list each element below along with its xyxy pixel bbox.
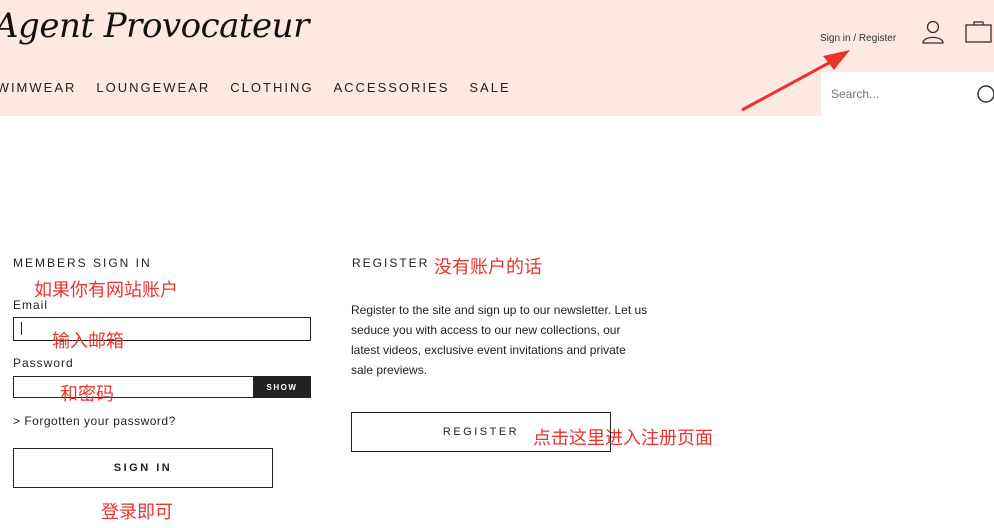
register-text-line: Register to the site and sign up to our … <box>351 303 648 317</box>
register-text-line: sale previews. <box>351 363 428 377</box>
register-text-line: seduce you with access to our new collec… <box>351 323 621 337</box>
nav-loungewear[interactable]: LOUNGEWEAR <box>96 80 210 95</box>
text-cursor <box>21 322 22 335</box>
sign-in-button[interactable]: SIGN IN <box>13 448 273 488</box>
password-field[interactable] <box>13 376 254 398</box>
search-input[interactable] <box>829 84 973 104</box>
show-password-button[interactable]: SHOW <box>253 376 311 398</box>
sign-in-register-link[interactable]: Sign in / Register <box>820 33 896 44</box>
nav-clothing[interactable]: CLOTHING <box>230 80 313 95</box>
shopping-bag-icon[interactable] <box>965 20 993 49</box>
forgot-password-link[interactable]: > Forgotten your password? <box>13 414 176 428</box>
search-icon[interactable] <box>976 84 994 109</box>
annotation-enter-email: 输入邮箱 <box>52 331 124 352</box>
site-header: Agent Provocateur SWIMWEAR LOUNGEWEAR CL… <box>0 0 994 116</box>
nav-accessories[interactable]: ACCESSORIES <box>333 80 449 95</box>
register-text-line: latest videos, exclusive event invitatio… <box>351 343 626 357</box>
annotation-has-account: 如果你有网站账户 <box>34 280 178 301</box>
register-title: REGISTER <box>352 256 430 270</box>
annotation-and-password: 和密码 <box>60 384 114 405</box>
brand-logo[interactable]: Agent Provocateur <box>0 6 309 46</box>
search-box <box>821 72 994 116</box>
annotation-no-account: 没有账户的话 <box>434 257 542 278</box>
members-sign-in-title: MEMBERS SIGN IN <box>13 256 152 270</box>
nav-swimwear[interactable]: SWIMWEAR <box>0 80 76 95</box>
password-label: Password <box>13 356 74 370</box>
main-nav: SWIMWEAR LOUNGEWEAR CLOTHING ACCESSORIES… <box>0 80 531 95</box>
nav-sale[interactable]: SALE <box>469 80 510 95</box>
annotation-click-register: 点击这里进入注册页面 <box>533 428 713 449</box>
annotation-login-done: 登录即可 <box>101 502 173 523</box>
register-description: Register to the site and sign up to our … <box>351 300 656 380</box>
user-icon[interactable] <box>922 20 944 49</box>
